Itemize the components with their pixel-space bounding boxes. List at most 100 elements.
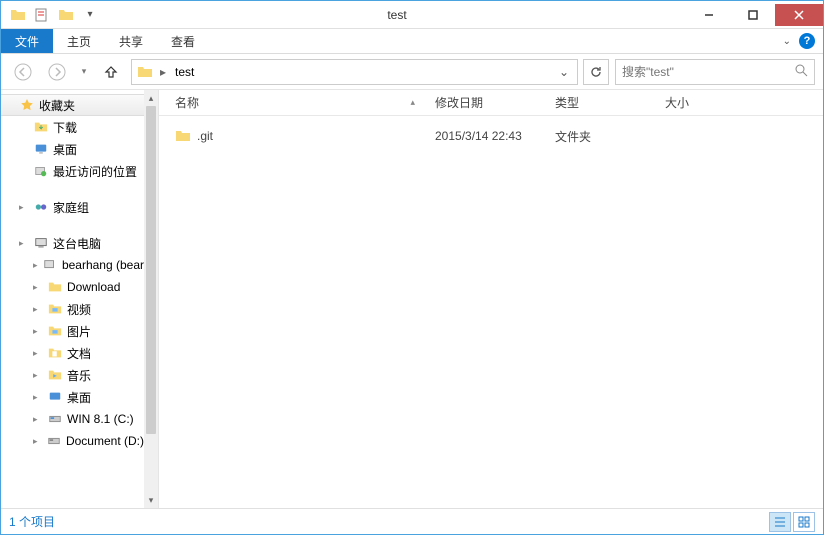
computer-icon	[33, 235, 49, 251]
icons-view-button[interactable]	[793, 512, 815, 532]
expand-caret-icon[interactable]: ▸	[33, 348, 43, 359]
sidebar-item-thispc[interactable]: ▸ bearhang (bear	[1, 254, 144, 276]
sidebar-item-label: 音乐	[67, 367, 91, 384]
item-count: 1 个项目	[9, 513, 55, 530]
expand-caret-icon[interactable]: ▸	[33, 392, 43, 403]
folder-icon	[7, 4, 29, 26]
column-header-size[interactable]: 大小	[665, 94, 745, 111]
expand-caret-icon[interactable]: ▸	[33, 436, 42, 447]
file-name: .git	[197, 129, 213, 143]
sidebar-item-label: bearhang (bear	[62, 258, 144, 272]
sidebar-item-thispc[interactable]: ▸ 文档	[1, 342, 144, 364]
item-icon	[47, 279, 63, 295]
main-area: 收藏夹 下载 桌面 最近访问的位置 ▸ 家庭组 ▸ 这台电脑 ▸ bearhang (…	[1, 90, 823, 508]
search-icon[interactable]	[794, 63, 808, 80]
sidebar-item-thispc[interactable]: ▸ 视频	[1, 298, 144, 320]
sidebar-item-thispc[interactable]: ▸ WIN 8.1 (C:)	[1, 408, 144, 430]
item-icon	[42, 257, 58, 273]
sidebar-item-desktop[interactable]: 桌面	[1, 138, 144, 160]
sidebar-favorites-header[interactable]: 收藏夹	[1, 94, 144, 116]
sidebar-homegroup[interactable]: ▸ 家庭组	[1, 196, 144, 218]
search-box[interactable]	[615, 59, 815, 85]
expand-caret-icon[interactable]: ▸	[33, 282, 43, 293]
sidebar-item-label: 最近访问的位置	[53, 163, 137, 180]
scroll-track[interactable]	[144, 106, 158, 492]
sidebar-item-thispc[interactable]: ▸ 桌面	[1, 386, 144, 408]
sidebar-item-label: 图片	[67, 323, 91, 340]
desktop-icon	[33, 141, 49, 157]
refresh-button[interactable]	[583, 59, 609, 85]
item-icon	[47, 345, 63, 361]
sidebar-item-label: 视频	[67, 301, 91, 318]
expand-caret-icon[interactable]: ▸	[33, 260, 38, 271]
sidebar-item-label: 文档	[67, 345, 91, 362]
back-button[interactable]	[9, 59, 37, 85]
window-controls	[687, 4, 823, 26]
sidebar-item-label: 家庭组	[53, 199, 89, 216]
new-folder-icon[interactable]	[55, 4, 77, 26]
expand-caret-icon[interactable]: ▸	[33, 304, 43, 315]
scroll-up-icon[interactable]: ▴	[144, 90, 158, 106]
folder-icon	[136, 64, 154, 80]
item-icon	[46, 433, 62, 449]
scroll-down-icon[interactable]: ▾	[144, 492, 158, 508]
tab-file[interactable]: 文件	[1, 29, 53, 53]
sidebar-item-label: 桌面	[67, 389, 91, 406]
expand-caret-icon[interactable]: ▸	[33, 414, 43, 425]
sidebar-item-thispc[interactable]: ▸ Download	[1, 276, 144, 298]
sidebar-item-downloads[interactable]: 下载	[1, 116, 144, 138]
tab-share[interactable]: 共享	[105, 29, 157, 53]
breadcrumb-item[interactable]: test	[172, 65, 197, 79]
column-header-type[interactable]: 类型	[555, 94, 665, 111]
sidebar-item-label: WIN 8.1 (C:)	[67, 412, 134, 426]
navigation-bar: ▾ ▸ test ⌄	[1, 54, 823, 90]
recent-icon	[33, 163, 49, 179]
title-bar: ▾ test	[1, 1, 823, 29]
sidebar-item-recent[interactable]: 最近访问的位置	[1, 160, 144, 182]
recent-dropdown[interactable]: ▾	[77, 59, 91, 85]
close-button[interactable]	[775, 4, 823, 26]
item-icon	[47, 323, 63, 339]
forward-button[interactable]	[43, 59, 71, 85]
tab-view[interactable]: 查看	[157, 29, 209, 53]
sidebar-thispc-header[interactable]: ▸ 这台电脑	[1, 232, 144, 254]
sidebar-item-label: 这台电脑	[53, 235, 101, 252]
homegroup-icon	[33, 199, 49, 215]
folder-icon	[175, 128, 191, 144]
sidebar-item-label: 下载	[53, 119, 77, 136]
column-header-date[interactable]: 修改日期	[435, 94, 555, 111]
up-button[interactable]	[97, 59, 125, 85]
expand-caret-icon[interactable]: ▸	[19, 202, 29, 213]
minimize-button[interactable]	[687, 4, 731, 26]
breadcrumb-separator-icon[interactable]: ▸	[158, 65, 168, 79]
sidebar-item-thispc[interactable]: ▸ 音乐	[1, 364, 144, 386]
expand-caret-icon[interactable]: ▸	[33, 326, 43, 337]
details-view-button[interactable]	[769, 512, 791, 532]
help-icon[interactable]: ?	[799, 33, 815, 49]
sidebar-item-thispc[interactable]: ▸Document (D:)	[1, 430, 144, 452]
column-header-name[interactable]: 名称▴	[175, 94, 435, 111]
scroll-thumb[interactable]	[146, 106, 156, 434]
address-bar[interactable]: ▸ test ⌄	[131, 59, 578, 85]
properties-icon[interactable]	[31, 4, 53, 26]
search-input[interactable]	[622, 65, 794, 79]
sidebar-item-label: Download	[67, 280, 120, 294]
sort-indicator-icon: ▴	[410, 97, 415, 108]
ribbon-expand-icon[interactable]: ⌄	[783, 36, 791, 47]
maximize-button[interactable]	[731, 4, 775, 26]
star-icon	[19, 97, 35, 113]
column-headers: 名称▴ 修改日期 类型 大小	[159, 90, 823, 116]
address-dropdown-icon[interactable]: ⌄	[559, 65, 573, 79]
expand-caret-icon[interactable]: ▸	[33, 370, 43, 381]
file-list[interactable]: .git2015/3/14 22:43文件夹	[159, 116, 823, 508]
tab-home[interactable]: 主页	[53, 29, 105, 53]
sidebar-item-label: 收藏夹	[39, 97, 75, 114]
file-view: 名称▴ 修改日期 类型 大小 .git2015/3/14 22:43文件夹	[159, 90, 823, 508]
item-icon	[47, 367, 63, 383]
sidebar-item-thispc[interactable]: ▸ 图片	[1, 320, 144, 342]
qat-dropdown-icon[interactable]: ▾	[79, 4, 101, 26]
expand-caret-icon[interactable]: ▸	[19, 238, 29, 249]
file-type: 文件夹	[555, 128, 665, 145]
file-row[interactable]: .git2015/3/14 22:43文件夹	[175, 124, 823, 148]
sidebar-scrollbar[interactable]: ▴ ▾	[144, 90, 158, 508]
